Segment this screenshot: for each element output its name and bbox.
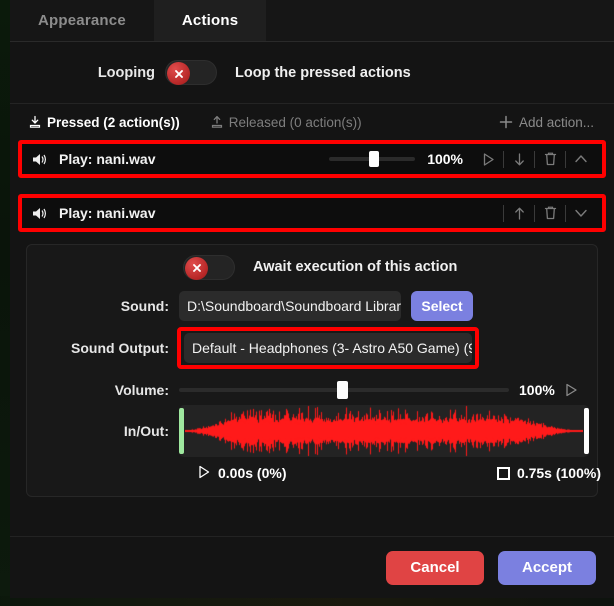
waveform-in-handle[interactable] (179, 408, 184, 454)
play-triangle-icon (197, 465, 211, 482)
inout-label: In/Out: (123, 423, 169, 439)
speaker-icon (32, 206, 49, 221)
upload-arrow-icon (210, 115, 224, 129)
tab-actions[interactable]: Actions (153, 0, 267, 41)
action-volume-slider[interactable] (329, 148, 416, 170)
move-up-icon[interactable] (504, 198, 534, 228)
action-volume-value: 100% (427, 151, 463, 167)
add-action-button[interactable]: Add action... (494, 114, 598, 130)
expand-icon[interactable] (566, 198, 596, 228)
volume-slider[interactable] (179, 379, 509, 401)
sound-output-select[interactable]: Default - Headphones (3- Astro A50 Game)… (184, 333, 472, 363)
volume-value: 100% (519, 382, 555, 398)
move-down-icon[interactable] (504, 144, 534, 174)
tab-appearance[interactable]: Appearance (10, 0, 154, 41)
await-label: Await execution of this action (253, 259, 458, 275)
looping-description: Loop the pressed actions (235, 64, 411, 81)
action-editor-dialog: Appearance Actions Looping Loop the pres… (10, 0, 614, 598)
tab-actions-label: Actions (181, 12, 239, 29)
looping-row: Looping Loop the pressed actions (10, 42, 614, 104)
await-toggle[interactable] (183, 254, 235, 280)
inout-end[interactable]: 0.75s (100%) (496, 465, 601, 481)
sound-path-input[interactable]: D:\Soundboard\Soundboard Library\nani.wa… (179, 291, 401, 321)
looping-label: Looping (97, 64, 155, 81)
inout-end-label: 0.75s (100%) (516, 465, 601, 481)
actions-tab-released-label: Released (0 action(s)) (228, 114, 362, 130)
sound-label: Sound: (120, 298, 169, 314)
await-row: Await execution of this action (27, 251, 599, 283)
delete-icon[interactable] (535, 144, 565, 174)
volume-label: Volume: (114, 382, 169, 398)
slider-handle[interactable] (369, 151, 380, 167)
actions-tab-pressed-label: Pressed (2 action(s)) (47, 114, 180, 130)
inout-start-label: 0.00s (0%) (218, 465, 287, 481)
inout-field-row: In/Out: (27, 405, 599, 457)
download-arrow-icon (28, 115, 42, 129)
add-action-label: Add action... (518, 114, 594, 130)
action-row-controls (503, 198, 596, 228)
actions-tab-pressed[interactable]: Pressed (2 action(s)) (24, 115, 184, 130)
dialog-footer: Cancel Accept (10, 536, 614, 598)
toggle-off-x-icon (167, 62, 190, 85)
table-row[interactable]: Play: nani.wav 100% (18, 140, 606, 178)
speaker-icon (32, 152, 49, 167)
toggle-off-x-icon (185, 256, 208, 280)
looping-toggle[interactable] (165, 60, 217, 85)
waveform-display[interactable] (179, 405, 589, 457)
sound-output-field-row: Sound Output: Default - Headphones (3- A… (27, 327, 599, 369)
stop-square-icon (496, 466, 510, 480)
background-strip-left (0, 0, 10, 606)
sound-output-highlight: Default - Headphones (3- Astro A50 Game)… (177, 327, 479, 369)
action-label: Play: nani.wav (59, 205, 156, 221)
slider-handle[interactable] (337, 381, 348, 399)
delete-icon[interactable] (535, 198, 565, 228)
accept-button[interactable]: Accept (498, 550, 596, 585)
action-details-panel: Await execution of this action Sound: D:… (26, 244, 601, 497)
table-row[interactable]: Play: nani.wav (18, 194, 606, 232)
waveform-out-handle[interactable] (584, 408, 589, 454)
actions-tab-released[interactable]: Released (0 action(s)) (206, 115, 366, 130)
inout-start[interactable]: 0.00s (0%) (197, 465, 286, 482)
action-row-controls: 100% (329, 144, 596, 174)
sound-output-label: Sound Output: (71, 340, 169, 356)
play-icon[interactable] (473, 144, 503, 174)
waveform-canvas (185, 405, 583, 457)
action-label: Play: nani.wav (59, 151, 156, 167)
actions-header: Pressed (2 action(s)) Released (0 action… (10, 104, 614, 140)
cancel-button[interactable]: Cancel (386, 550, 484, 585)
inout-times-row: 0.00s (0%) 0.75s (100%) (197, 459, 601, 487)
sound-field-row: Sound: D:\Soundboard\Soundboard Library\… (27, 289, 599, 323)
select-button[interactable]: Select (411, 291, 473, 321)
play-icon[interactable] (563, 382, 579, 398)
tab-appearance-label: Appearance (38, 12, 126, 29)
collapse-icon[interactable] (566, 144, 596, 174)
plus-icon (498, 114, 514, 130)
volume-field-row: Volume: 100% (27, 373, 599, 407)
tab-bar: Appearance Actions (10, 0, 614, 42)
